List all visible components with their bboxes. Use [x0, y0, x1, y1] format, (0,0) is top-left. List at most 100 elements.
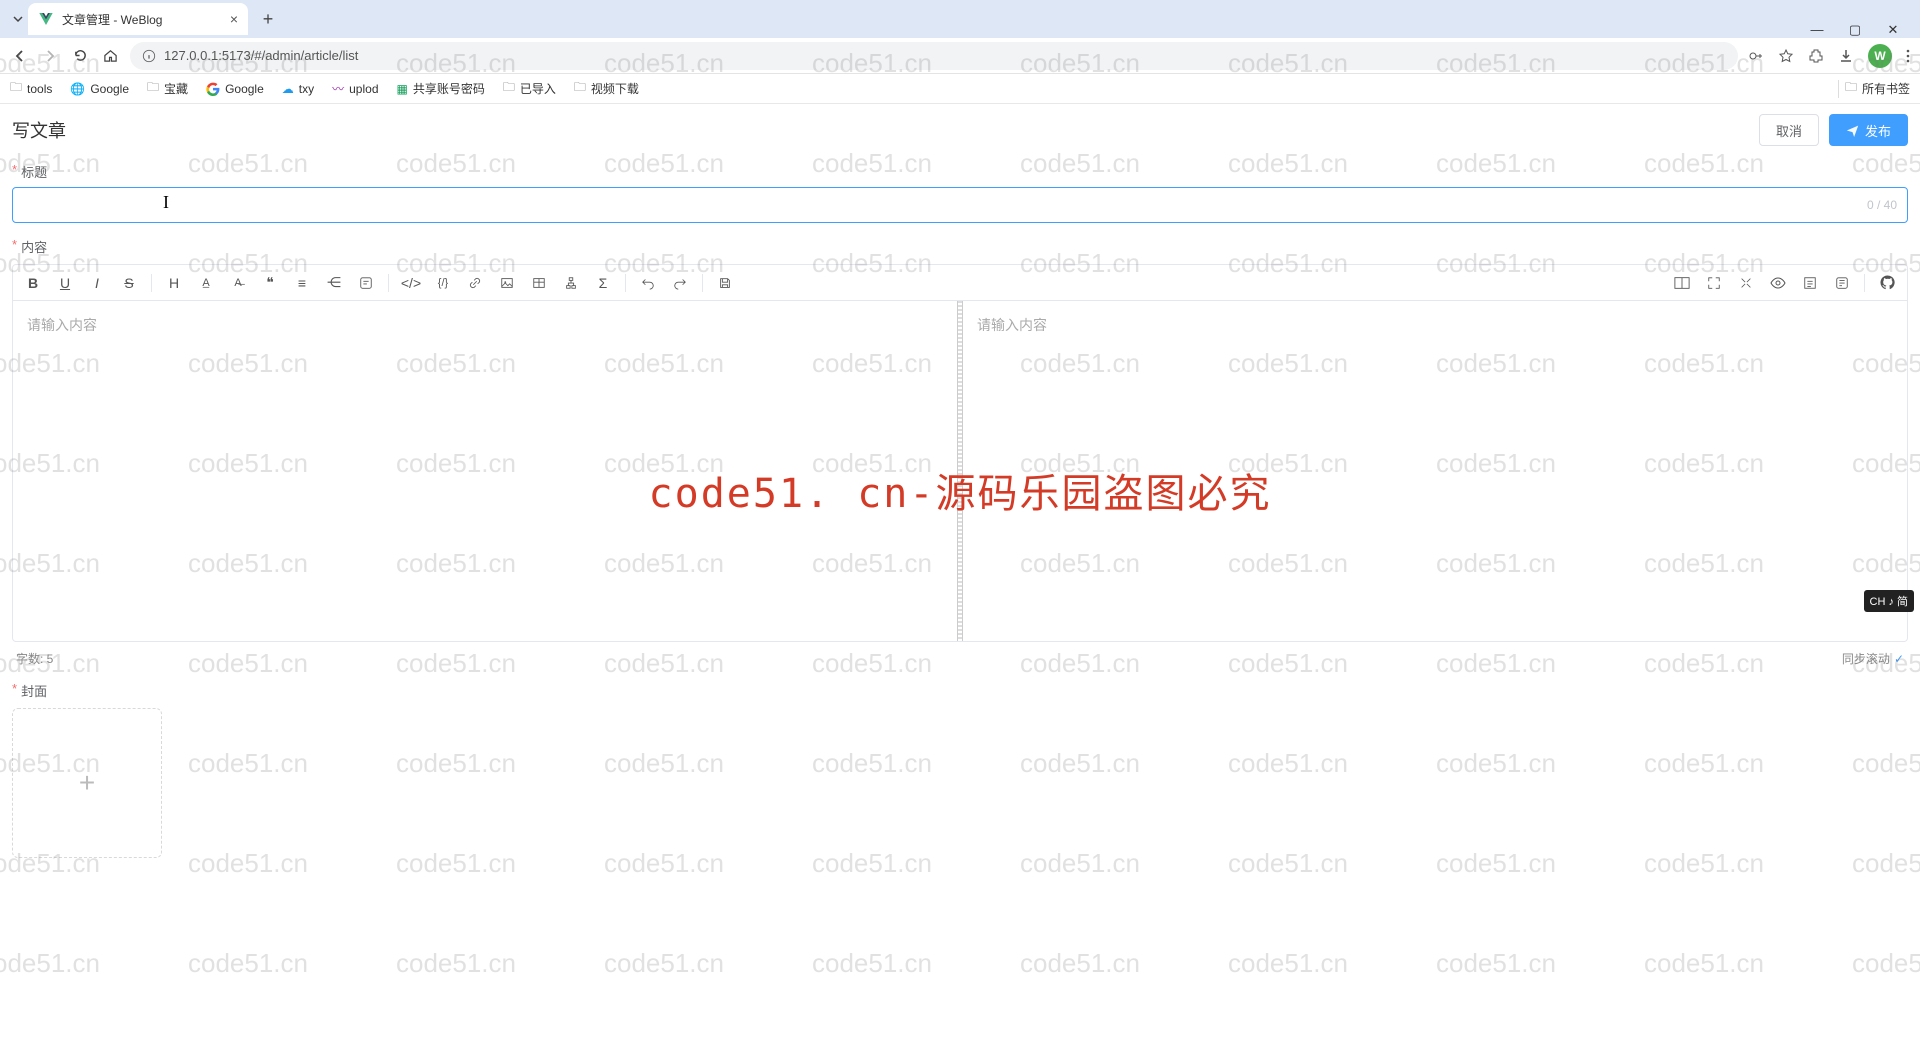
- editor-panes: 请输入内容 请输入内容: [13, 301, 1907, 641]
- watermark-text: code51.cn: [188, 948, 308, 979]
- title-input[interactable]: [23, 188, 1867, 222]
- ordered-list-icon[interactable]: ⋲: [324, 273, 344, 293]
- bookmark-item[interactable]: 🗀已导入: [503, 78, 556, 99]
- page-title: 写文章: [12, 117, 66, 143]
- bookmark-item[interactable]: 🗀tools: [10, 78, 52, 99]
- tab-title: 文章管理 - WeBlog: [62, 11, 222, 28]
- window-close-icon[interactable]: ✕: [1886, 22, 1900, 38]
- globe-icon: 🌐: [70, 82, 85, 96]
- all-bookmarks-button[interactable]: 🗀所有书签: [1845, 78, 1910, 99]
- window-minimize-icon[interactable]: —: [1810, 22, 1824, 38]
- editor-toolbar: B U I S H A̲ A̶ ❝ ≡ ⋲ </> {/} Σ: [13, 265, 1907, 301]
- separator: [388, 274, 389, 292]
- code-icon[interactable]: </>: [401, 273, 421, 293]
- url-bar[interactable]: 127.0.0.1:5173/#/admin/article/list: [130, 42, 1738, 70]
- tab-strip: 文章管理 - WeBlog × +: [8, 0, 282, 38]
- image-icon[interactable]: [497, 273, 517, 293]
- nav-back-icon[interactable]: [10, 46, 30, 66]
- strikethrough-icon[interactable]: S: [119, 273, 139, 293]
- separator: [1864, 274, 1865, 292]
- fullscreen-icon[interactable]: [1736, 273, 1756, 293]
- bookmark-item[interactable]: 🗀宝藏: [147, 78, 188, 99]
- bookmark-item[interactable]: 〰uplod: [332, 80, 378, 97]
- title-counter: 0 / 40: [1867, 198, 1897, 212]
- google-icon: [206, 82, 220, 96]
- bookmark-item[interactable]: 🌐Google: [70, 82, 129, 96]
- cloud-icon: ☁: [282, 82, 294, 96]
- profile-avatar[interactable]: W: [1868, 44, 1892, 68]
- separator: [702, 274, 703, 292]
- nav-home-icon[interactable]: [100, 46, 120, 66]
- bold-icon[interactable]: B: [23, 273, 43, 293]
- note-icon[interactable]: [356, 273, 376, 293]
- sheet-icon: ▦: [397, 82, 408, 96]
- window-controls: — ▢ ✕: [1810, 22, 1912, 38]
- ime-indicator[interactable]: CH ♪ 简: [1864, 590, 1915, 612]
- publish-button[interactable]: 发布: [1829, 114, 1908, 146]
- window-maximize-icon[interactable]: ▢: [1848, 22, 1862, 38]
- clear-format-icon[interactable]: A̶: [228, 273, 248, 293]
- url-text: 127.0.0.1:5173/#/admin/article/list: [164, 48, 358, 63]
- editor-source-pane[interactable]: 请输入内容: [13, 301, 957, 641]
- plus-icon: +: [79, 767, 95, 799]
- app-content: 写文章 取消 发布 *标题 0 / 40 I *内容 B U I S H A̲ …: [0, 104, 1920, 858]
- browser-menu-icon[interactable]: [1906, 48, 1910, 64]
- underline-icon[interactable]: U: [55, 273, 75, 293]
- quote-icon[interactable]: ❝: [260, 273, 280, 293]
- browser-titlebar: 文章管理 - WeBlog × + — ▢ ✕: [0, 0, 1920, 38]
- tab-close-icon[interactable]: ×: [230, 11, 238, 27]
- formula-icon[interactable]: Σ: [593, 273, 613, 293]
- folder-icon: 🗀: [574, 78, 586, 99]
- wave-icon: 〰: [332, 80, 344, 97]
- bookmark-star-icon[interactable]: [1778, 48, 1794, 64]
- watermark-text: code51.cn: [1228, 948, 1348, 979]
- heading-icon[interactable]: H: [164, 273, 184, 293]
- undo-icon[interactable]: [638, 273, 658, 293]
- unordered-list-icon[interactable]: ≡: [292, 273, 312, 293]
- outline-icon[interactable]: [1832, 273, 1852, 293]
- cover-uploader[interactable]: +: [12, 708, 162, 858]
- page-header: 写文章 取消 发布: [12, 104, 1908, 156]
- nav-forward-icon[interactable]: [40, 46, 60, 66]
- folder-icon: 🗀: [1845, 78, 1857, 99]
- watermark-text: code51.cn: [1644, 948, 1764, 979]
- watermark-text: code51.cn: [0, 948, 100, 979]
- bookmark-item[interactable]: Google: [206, 82, 264, 96]
- divider: [1838, 80, 1839, 98]
- preview-icon[interactable]: [1768, 273, 1788, 293]
- table-icon[interactable]: [529, 273, 549, 293]
- italic-icon[interactable]: I: [87, 273, 107, 293]
- side-by-side-icon[interactable]: [1672, 273, 1692, 293]
- bookmark-item[interactable]: ☁txy: [282, 82, 314, 96]
- bookmark-item[interactable]: ▦共享账号密码: [397, 80, 485, 97]
- github-icon[interactable]: [1877, 273, 1897, 293]
- browser-toolbar: 127.0.0.1:5173/#/admin/article/list W: [0, 38, 1920, 74]
- toc-icon[interactable]: [1800, 273, 1820, 293]
- save-icon[interactable]: [715, 273, 735, 293]
- extensions-icon[interactable]: [1808, 48, 1824, 64]
- flowchart-icon[interactable]: [561, 273, 581, 293]
- folder-icon: 🗀: [10, 78, 22, 99]
- tab-list-dropdown[interactable]: [8, 3, 28, 35]
- watermark-text: code51.cn: [396, 948, 516, 979]
- download-icon[interactable]: [1838, 48, 1854, 64]
- vue-favicon: [38, 11, 54, 27]
- browser-tab-active[interactable]: 文章管理 - WeBlog ×: [28, 3, 248, 35]
- font-size-icon[interactable]: A̲: [196, 273, 216, 293]
- new-tab-button[interactable]: +: [254, 5, 282, 33]
- title-input-wrapper[interactable]: 0 / 40 I: [12, 187, 1908, 223]
- link-icon[interactable]: [465, 273, 485, 293]
- folder-icon: 🗀: [147, 78, 159, 99]
- editor-preview-pane: 请输入内容: [963, 301, 1907, 641]
- password-key-icon[interactable]: [1748, 48, 1764, 64]
- cancel-button[interactable]: 取消: [1759, 114, 1819, 146]
- watermark-text: code51.cn: [812, 948, 932, 979]
- sync-scroll-toggle[interactable]: 同步滚动 ✓: [1842, 650, 1904, 667]
- expand-icon[interactable]: [1704, 273, 1724, 293]
- nav-reload-icon[interactable]: [70, 46, 90, 66]
- cover-label: *封面: [12, 681, 1908, 700]
- redo-icon[interactable]: [670, 273, 690, 293]
- site-info-icon[interactable]: [142, 49, 156, 63]
- code-block-icon[interactable]: {/}: [433, 273, 453, 293]
- bookmark-item[interactable]: 🗀视频下载: [574, 78, 639, 99]
